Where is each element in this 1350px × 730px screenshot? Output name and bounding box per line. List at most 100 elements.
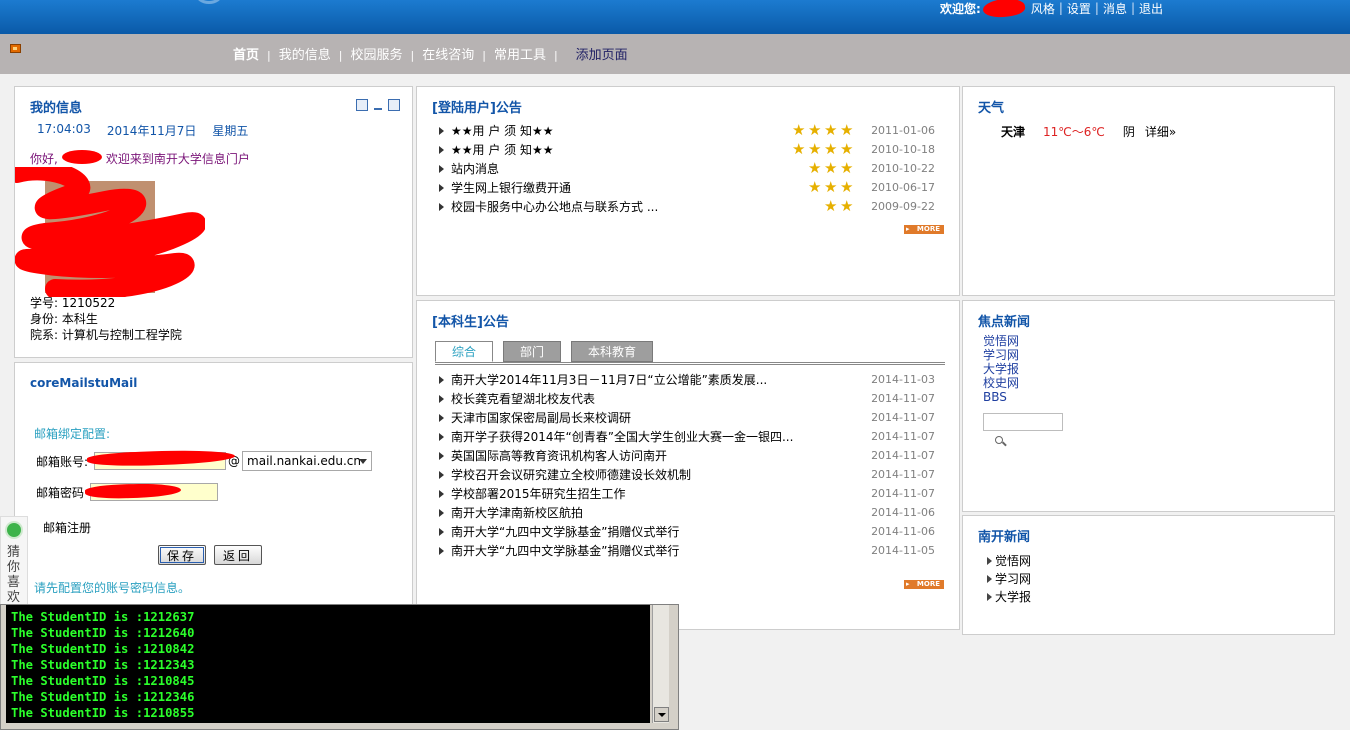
focus-link[interactable]: 校史网 (983, 376, 1019, 390)
notice-title[interactable]: 校长龚克看望湖北校友代表 (451, 390, 595, 407)
notice-title[interactable]: 英国国际高等教育资讯机构客人访问南开 (451, 447, 667, 464)
notice-date: 2014-11-06 (871, 525, 935, 538)
notice-title[interactable]: 学校部署2015年研究生招生工作 (451, 485, 626, 502)
list-item[interactable]: 南开学子获得2014年“创青春”全国大学生创业大赛一金一银四... 2014-11… (439, 427, 935, 446)
flag-icon[interactable] (10, 44, 21, 53)
nankai-news-list: 觉悟网 学习网 大学报 (987, 552, 1031, 606)
list-item[interactable]: 学生网上银行缴费开通 ★ ★ ★ 2010-06-17 (439, 178, 935, 197)
current-date: 2014年11月7日 (106, 124, 197, 138)
rating-stars: ★ ★ ★ ★ (792, 123, 855, 138)
bullet-icon (439, 470, 444, 479)
chevron-down-icon (359, 459, 368, 464)
nav-my-info[interactable]: 我的信息 (279, 44, 331, 63)
redacted-photo (15, 167, 205, 297)
focus-link[interactable]: 大学报 (983, 362, 1019, 376)
bullet-icon (439, 394, 444, 403)
star-icon: ★ (808, 121, 822, 139)
list-item[interactable]: ★★用 户 须 知★★ ★ ★ ★ ★ 2011-01-06 (439, 121, 935, 140)
more-button[interactable]: MORE (904, 580, 944, 589)
list-item[interactable]: 学校召开会议研究建立全校师德建设长效机制 2014-11-07 (439, 465, 935, 484)
notice-date: 2014-11-03 (871, 373, 935, 386)
console-output: The StudentID is :1212637 The StudentID … (6, 605, 650, 723)
notice-title[interactable]: 南开大学津南新校区航拍 (451, 504, 583, 521)
list-item[interactable]: 英国国际高等教育资讯机构客人访问南开 2014-11-07 (439, 446, 935, 465)
list-item[interactable]: ★★用 户 须 知★★ ★ ★ ★ ★ 2010-10-18 (439, 140, 935, 159)
bullet-icon (439, 202, 444, 211)
scroll-down-icon[interactable] (654, 707, 669, 722)
notice-title[interactable]: ★★用 户 须 知★★ (451, 122, 553, 139)
list-item[interactable]: 南开大学“九四中文学脉基金”捐赠仪式举行 2014-11-05 (439, 541, 935, 560)
star-icon: ★ (792, 121, 806, 139)
console-line: The StudentID is :1212637 (11, 610, 195, 624)
nav-menu: 首页 | 我的信息 | 校园服务 | 在线咨询 | 常用工具 | 添加页面 (233, 44, 628, 63)
news-link[interactable]: 觉悟网 (995, 552, 1031, 570)
save-button[interactable]: 保存 (158, 545, 207, 565)
mail-register-link[interactable]: 邮箱注册 (43, 519, 91, 536)
nankai-news-panel: 南开新闻 觉悟网 学习网 大学报 (962, 515, 1335, 635)
list-item[interactable]: 南开大学“九四中文学脉基金”捐赠仪式举行 2014-11-06 (439, 522, 935, 541)
list-item[interactable]: 觉悟网 (987, 552, 1031, 570)
focus-link[interactable]: 学习网 (983, 348, 1019, 362)
list-item[interactable]: 南开大学2014年11月3日－11月7日“立公增能”素质发展... 2014-11… (439, 370, 935, 389)
console-scrollbar[interactable] (652, 605, 669, 723)
mail-account-row: 邮箱账号: @ mail.nankai.edu.cn (36, 448, 373, 471)
star-icon: ★ (840, 159, 854, 177)
guess-you-like-widget[interactable]: 猜你喜欢 (0, 516, 28, 606)
more-button[interactable]: MORE (904, 225, 944, 234)
focus-link[interactable]: BBS (983, 390, 1019, 404)
maximize-icon[interactable] (388, 99, 400, 111)
weather-temp: 11℃～6℃ (1043, 125, 1105, 139)
nav-home[interactable]: 首页 (233, 44, 259, 63)
separator: | (1058, 1, 1063, 15)
list-item[interactable]: 校园卡服务中心办公地点与联系方式 ... ★ ★ 2009-09-22 (439, 197, 935, 216)
mail-account-input[interactable] (86, 448, 236, 470)
list-item[interactable]: 学校部署2015年研究生招生工作 2014-11-07 (439, 484, 935, 503)
tab-general[interactable]: 综合 (435, 341, 494, 362)
notice-title[interactable]: 南开学子获得2014年“创青春”全国大学生创业大赛一金一银四... (451, 428, 793, 445)
notice-title[interactable]: 南开大学“九四中文学脉基金”捐赠仪式举行 (451, 542, 679, 559)
greeting: 你好, 欢迎来到南开大学信息门户 (30, 150, 250, 167)
weather-detail-link[interactable]: 详细» (1145, 123, 1176, 140)
minimize-icon[interactable] (372, 99, 384, 111)
notice-title[interactable]: 站内消息 (451, 160, 499, 177)
list-item[interactable]: 天津市国家保密局副局长来校调研 2014-11-07 (439, 408, 935, 427)
mail-password-input[interactable] (84, 482, 219, 501)
notice-title[interactable]: 学生网上银行缴费开通 (451, 179, 571, 196)
nav-campus-service[interactable]: 校园服务 (350, 44, 402, 63)
focus-link[interactable]: 觉悟网 (983, 334, 1019, 348)
style-link[interactable]: 风格 (1031, 0, 1055, 17)
settings-link[interactable]: 设置 (1067, 0, 1091, 17)
bullet-icon (439, 126, 444, 135)
mail-domain-select[interactable]: mail.nankai.edu.cn (242, 451, 373, 471)
notice-title[interactable]: 天津市国家保密局副局长来校调研 (451, 409, 631, 426)
star-icon: ★ (824, 140, 838, 158)
star-icon: ★ (840, 140, 854, 158)
list-item[interactable]: 学习网 (987, 570, 1031, 588)
add-page-link[interactable]: 添加页面 (576, 44, 628, 63)
edit-icon[interactable] (356, 99, 368, 111)
notice-title[interactable]: 南开大学“九四中文学脉基金”捐赠仪式举行 (451, 523, 679, 540)
search-icon[interactable] (995, 436, 1003, 444)
bullet-icon (987, 593, 992, 601)
notice-title[interactable]: 学校召开会议研究建立全校师德建设长效机制 (451, 466, 691, 483)
list-item[interactable]: 校长龚克看望湖北校友代表 2014-11-07 (439, 389, 935, 408)
rating-stars: ★ ★ ★ (808, 161, 855, 176)
search-input[interactable] (983, 413, 1063, 431)
rating-stars: ★ ★ (824, 199, 855, 214)
back-button[interactable]: 返回 (214, 545, 263, 565)
notice-title[interactable]: 南开大学2014年11月3日－11月7日“立公增能”素质发展... (451, 371, 767, 388)
news-link[interactable]: 大学报 (995, 588, 1031, 606)
nav-online-consult[interactable]: 在线咨询 (422, 44, 474, 63)
list-item[interactable]: 站内消息 ★ ★ ★ 2010-10-22 (439, 159, 935, 178)
list-item[interactable]: 大学报 (987, 588, 1031, 606)
star-icon: ★ (824, 178, 838, 196)
messages-link[interactable]: 消息 (1103, 0, 1127, 17)
tab-department[interactable]: 部门 (503, 341, 562, 362)
notice-title[interactable]: 校园卡服务中心办公地点与联系方式 ... (451, 198, 658, 215)
logout-link[interactable]: 退出 (1139, 0, 1163, 17)
news-link[interactable]: 学习网 (995, 570, 1031, 588)
nav-tools[interactable]: 常用工具 (494, 44, 546, 63)
list-item[interactable]: 南开大学津南新校区航拍 2014-11-06 (439, 503, 935, 522)
tab-undergrad-education[interactable]: 本科教育 (571, 341, 654, 362)
notice-title[interactable]: ★★用 户 须 知★★ (451, 141, 553, 158)
